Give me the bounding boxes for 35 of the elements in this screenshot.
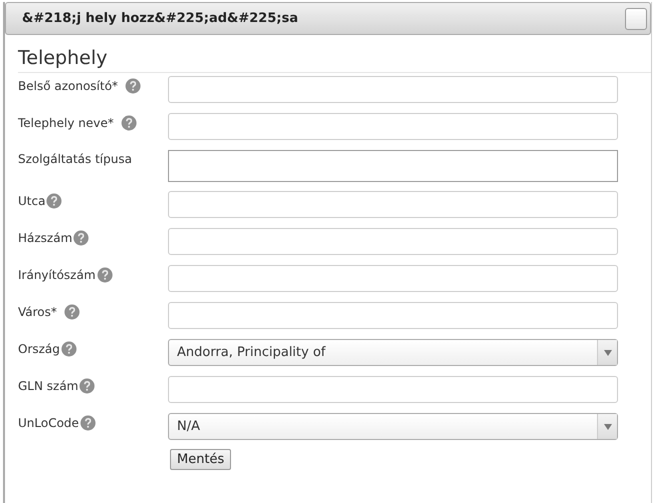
- help-icon[interactable]: [96, 267, 113, 283]
- input-field[interactable]: [168, 191, 618, 218]
- field-label: Irányítószám: [18, 268, 96, 282]
- input-field[interactable]: [168, 113, 618, 140]
- window-button[interactable]: [625, 8, 647, 30]
- window-title: &#218;j hely hozz&#225;ad&#225;sa: [22, 11, 298, 26]
- caret-icon: [604, 424, 612, 430]
- input-field[interactable]: [168, 76, 618, 103]
- input-field[interactable]: [168, 302, 618, 329]
- dropdown[interactable]: N/A: [168, 413, 618, 440]
- input-field[interactable]: [168, 228, 618, 255]
- field-label: Telephely neve*: [18, 116, 114, 130]
- input-field[interactable]: [168, 376, 618, 403]
- text-area[interactable]: [168, 150, 618, 182]
- field-label: Város*: [18, 305, 57, 319]
- caret-icon: [604, 350, 612, 356]
- field-label: Szolgáltatás típusa: [18, 152, 132, 166]
- help-icon[interactable]: [73, 230, 90, 246]
- field-label: Házszám: [18, 231, 72, 245]
- field-label: GLN szám: [18, 379, 78, 393]
- input-field[interactable]: [168, 265, 618, 292]
- help-icon[interactable]: [60, 341, 77, 357]
- field-label: Ország: [18, 342, 60, 356]
- section-heading: Telephely: [18, 47, 651, 73]
- field-label: Belső azonosító*: [18, 79, 118, 93]
- field-label: Utca: [18, 194, 46, 208]
- help-icon[interactable]: [120, 115, 137, 131]
- help-icon[interactable]: [64, 304, 80, 320]
- help-icon[interactable]: [80, 415, 96, 431]
- help-icon[interactable]: [46, 193, 62, 209]
- field-label: UnLoCode: [18, 416, 79, 430]
- dropdown[interactable]: Andorra, Principality of: [168, 339, 618, 366]
- help-icon[interactable]: [79, 378, 96, 394]
- save-button[interactable]: Mentés: [170, 449, 232, 470]
- help-icon[interactable]: [124, 78, 141, 94]
